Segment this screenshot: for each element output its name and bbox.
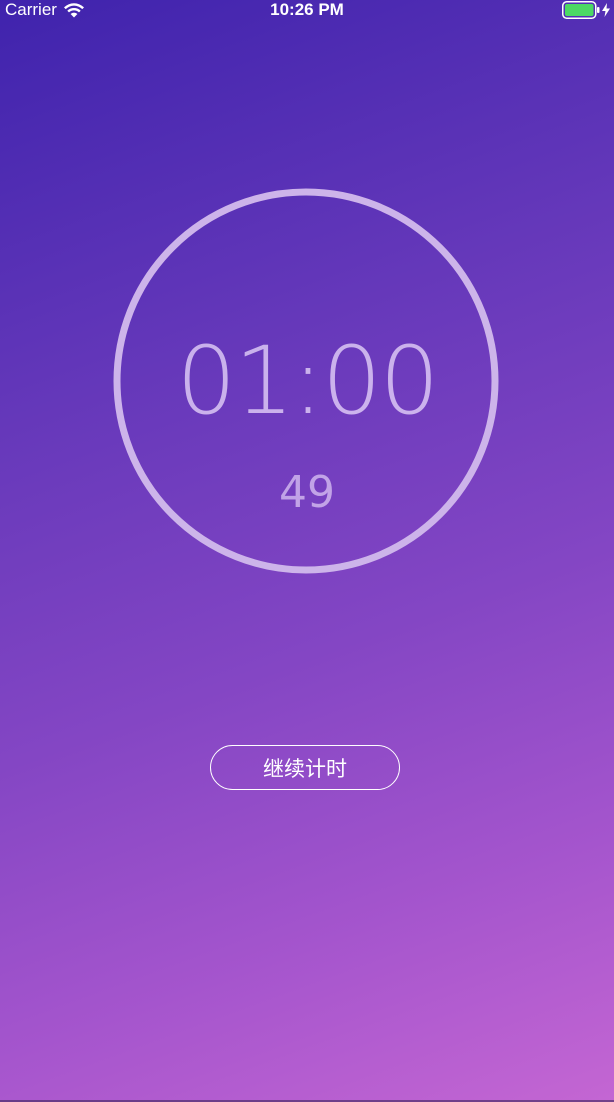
status-bar: Carrier 10:26 PM xyxy=(0,0,614,22)
status-time: 10:26 PM xyxy=(270,0,344,19)
resume-timer-button[interactable]: 继续计时 xyxy=(210,745,400,790)
charging-bolt-icon xyxy=(602,3,610,17)
battery-icon xyxy=(562,1,600,19)
timer-main-display: 01:00 xyxy=(176,327,440,436)
battery-area xyxy=(562,1,610,19)
timer-sub-seconds: 49 xyxy=(279,467,335,518)
